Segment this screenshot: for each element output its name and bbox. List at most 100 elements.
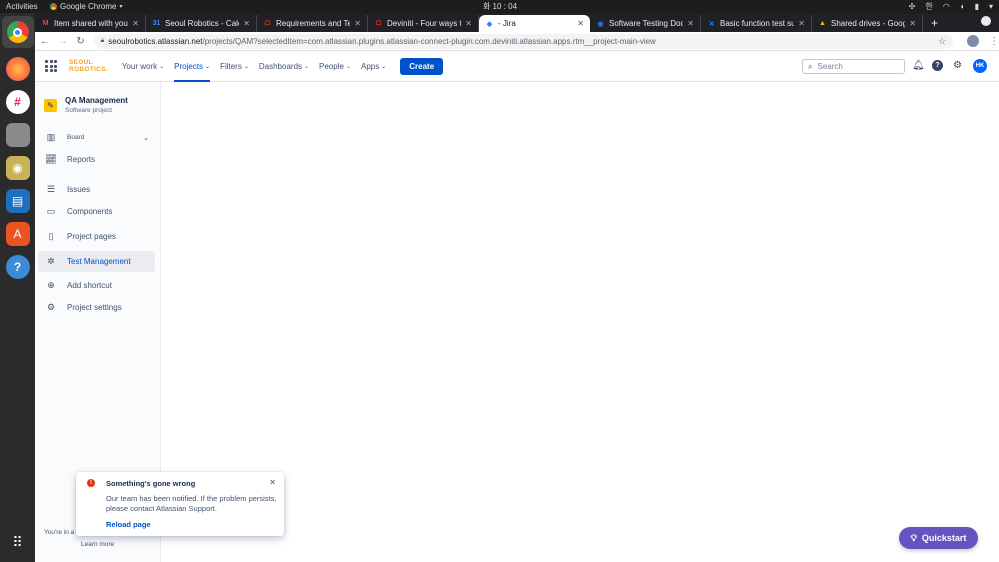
- sidebar-item[interactable]: ▯ Project pages: [38, 226, 155, 247]
- forward-icon[interactable]: →: [55, 36, 71, 47]
- app-switcher-icon[interactable]: [45, 60, 57, 72]
- tab-favicon-icon: ◆: [486, 20, 493, 28]
- add-shortcut-icon: ⊕: [47, 280, 55, 290]
- chrome-menu-icon[interactable]: ⋮: [989, 36, 999, 47]
- dock-chrome-icon[interactable]: [1, 16, 34, 48]
- activities-button[interactable]: Activities: [0, 2, 50, 11]
- dock-firefox-icon[interactable]: [5, 57, 30, 81]
- nav-item[interactable]: Projects ⌄: [174, 51, 210, 82]
- nav-item-label: Dashboards: [258, 61, 303, 71]
- lock-icon[interactable]: 🔒︎: [100, 37, 104, 45]
- sidebar-item[interactable]: ⊕ Add shortcut: [38, 275, 155, 296]
- tab-close-icon[interactable]: ✕: [577, 19, 584, 28]
- chrome-profile-avatar[interactable]: [967, 35, 980, 47]
- address-bar[interactable]: 🔒︎ seoulrobotics.atlassian.net/projects/…: [94, 33, 954, 49]
- browser-tab[interactable]: M Item shared with you ✕: [35, 15, 146, 32]
- dock-software-icon[interactable]: A: [5, 222, 30, 246]
- tab-close-icon[interactable]: ✕: [687, 19, 694, 28]
- sidebar-footer-text: You're in a c: [44, 529, 80, 536]
- company-logo[interactable]: SEOUL ROBOTICS.: [69, 59, 108, 73]
- create-button[interactable]: Create: [400, 57, 444, 75]
- user-avatar[interactable]: HK: [973, 59, 987, 73]
- browser-tab[interactable]: ◆ - Jira ✕: [479, 15, 590, 32]
- notifications-icon[interactable]: 🔔︎: [912, 60, 925, 71]
- search-icon: ⌕: [808, 61, 813, 71]
- nav-item[interactable]: Your work ⌄: [122, 51, 164, 82]
- app-menu[interactable]: Google Chrome ▾: [50, 2, 123, 11]
- tab-search-icon[interactable]: [981, 16, 991, 26]
- reload-page-link[interactable]: Reload page: [106, 520, 274, 529]
- browser-tab[interactable]: ᗝ Requirements and Te ✕: [257, 15, 368, 32]
- tab-favicon-icon: 31: [152, 20, 161, 27]
- project-header[interactable]: ✎ QA Management Software project: [44, 96, 128, 114]
- nav-item-label: People: [319, 61, 344, 71]
- browser-tab[interactable]: 31 Seoul Robotics - Calen ✕: [146, 15, 257, 32]
- tab-close-icon[interactable]: ✕: [243, 19, 250, 28]
- tab-title: Seoul Robotics - Calen: [165, 19, 240, 28]
- browser-tab[interactable]: ▲ Shared drives - Googl ✕: [812, 15, 923, 32]
- help-icon[interactable]: ?: [932, 60, 943, 71]
- extension-icon[interactable]: ✣: [909, 2, 916, 11]
- dock-writer-icon[interactable]: ▤: [5, 189, 30, 213]
- sidebar-item[interactable]: ☰ Issues: [38, 179, 155, 200]
- tab-close-icon[interactable]: ✕: [132, 19, 139, 28]
- battery-icon: ▮: [974, 2, 979, 11]
- reload-icon[interactable]: ↻: [73, 36, 89, 47]
- quickstart-label: Quickstart: [921, 533, 967, 543]
- sidebar-item-label: Reports: [67, 155, 96, 164]
- chevron-down-icon: ⌄: [243, 63, 249, 70]
- tab-favicon-icon: ᗝ: [375, 19, 382, 27]
- system-tray[interactable]: ✣ 한 ◠ ◖ ▮ ▾: [909, 1, 993, 12]
- chevron-down-icon[interactable]: ⌄: [143, 134, 149, 142]
- nav-item[interactable]: Dashboards ⌄: [259, 51, 309, 82]
- chevron-down-icon: ⌄: [381, 63, 387, 70]
- dock-slack-icon[interactable]: #: [5, 90, 30, 114]
- tab-close-icon[interactable]: ✕: [909, 19, 916, 28]
- clock[interactable]: 화 10 : 04: [483, 1, 517, 12]
- dock-disk-icon[interactable]: ◉: [5, 156, 30, 180]
- tab-title: Software Testing Doc: [609, 19, 684, 28]
- back-icon[interactable]: ←: [37, 36, 53, 47]
- browser-toolbar: ← → ↻ 🔒︎ seoulrobotics.atlassian.net/pro…: [35, 32, 999, 51]
- search-placeholder: Search: [817, 62, 843, 71]
- url-path: /projects/QAM?selectedItem=com.atlassian…: [202, 36, 656, 46]
- sidebar-item[interactable]: ▥ Board ⌄: [38, 127, 155, 148]
- nav-item-label: Your work: [121, 61, 158, 71]
- tab-title: - Jira: [498, 19, 516, 28]
- quickstart-button[interactable]: 💡︎ Quickstart: [899, 527, 978, 549]
- sidebar-item[interactable]: ⚙ Project settings: [38, 297, 155, 318]
- nav-item[interactable]: Apps ⌄: [361, 51, 386, 82]
- browser-tab[interactable]: ◉ Software Testing Doc ✕: [590, 15, 701, 32]
- sidebar-item[interactable]: 📈︎ Reports: [38, 149, 155, 170]
- new-tab-button[interactable]: +: [923, 16, 946, 32]
- power-menu-icon[interactable]: ▾: [989, 2, 993, 11]
- tab-title: Shared drives - Googl: [831, 19, 906, 28]
- dock-files-icon[interactable]: [5, 123, 30, 147]
- search-input[interactable]: ⌕ Search: [802, 59, 905, 74]
- dock-help-icon[interactable]: ?: [5, 255, 30, 279]
- nav-item-label: Apps: [361, 61, 380, 71]
- nav-item-label: Filters: [220, 61, 242, 71]
- sidebar-item[interactable]: ▭ Components: [38, 201, 155, 222]
- chevron-down-icon: ⌄: [159, 63, 165, 70]
- tab-close-icon[interactable]: ✕: [798, 19, 805, 28]
- bookmark-star-icon[interactable]: ☆: [938, 36, 946, 47]
- issues-icon: ☰: [46, 184, 56, 194]
- lightbulb-icon: 💡︎: [910, 532, 917, 543]
- tab-close-icon[interactable]: ✕: [465, 19, 472, 28]
- browser-tab[interactable]: ᗝ Deviniti - Four ways t ✕: [368, 15, 479, 32]
- browser-tab[interactable]: ✕ Basic function test su ✕: [701, 15, 812, 32]
- sidebar-item[interactable]: ✲ Test Management: [38, 251, 155, 272]
- show-apps-grid-icon[interactable]: ⠿: [6, 530, 30, 554]
- tab-favicon-icon: ✕: [708, 20, 715, 28]
- tab-close-icon[interactable]: ✕: [354, 19, 361, 28]
- learn-more-link[interactable]: Learn more: [81, 541, 114, 548]
- settings-gear-icon[interactable]: ⚙: [953, 60, 962, 71]
- input-method-indicator[interactable]: 한: [925, 1, 932, 12]
- error-flag-title: Something's gone wrong: [106, 479, 196, 488]
- close-icon[interactable]: ✕: [269, 478, 276, 487]
- components-icon: ▭: [46, 206, 56, 216]
- page-icon: ▯: [48, 231, 54, 241]
- nav-item[interactable]: People ⌄: [319, 51, 351, 82]
- nav-item[interactable]: Filters ⌄: [220, 51, 249, 82]
